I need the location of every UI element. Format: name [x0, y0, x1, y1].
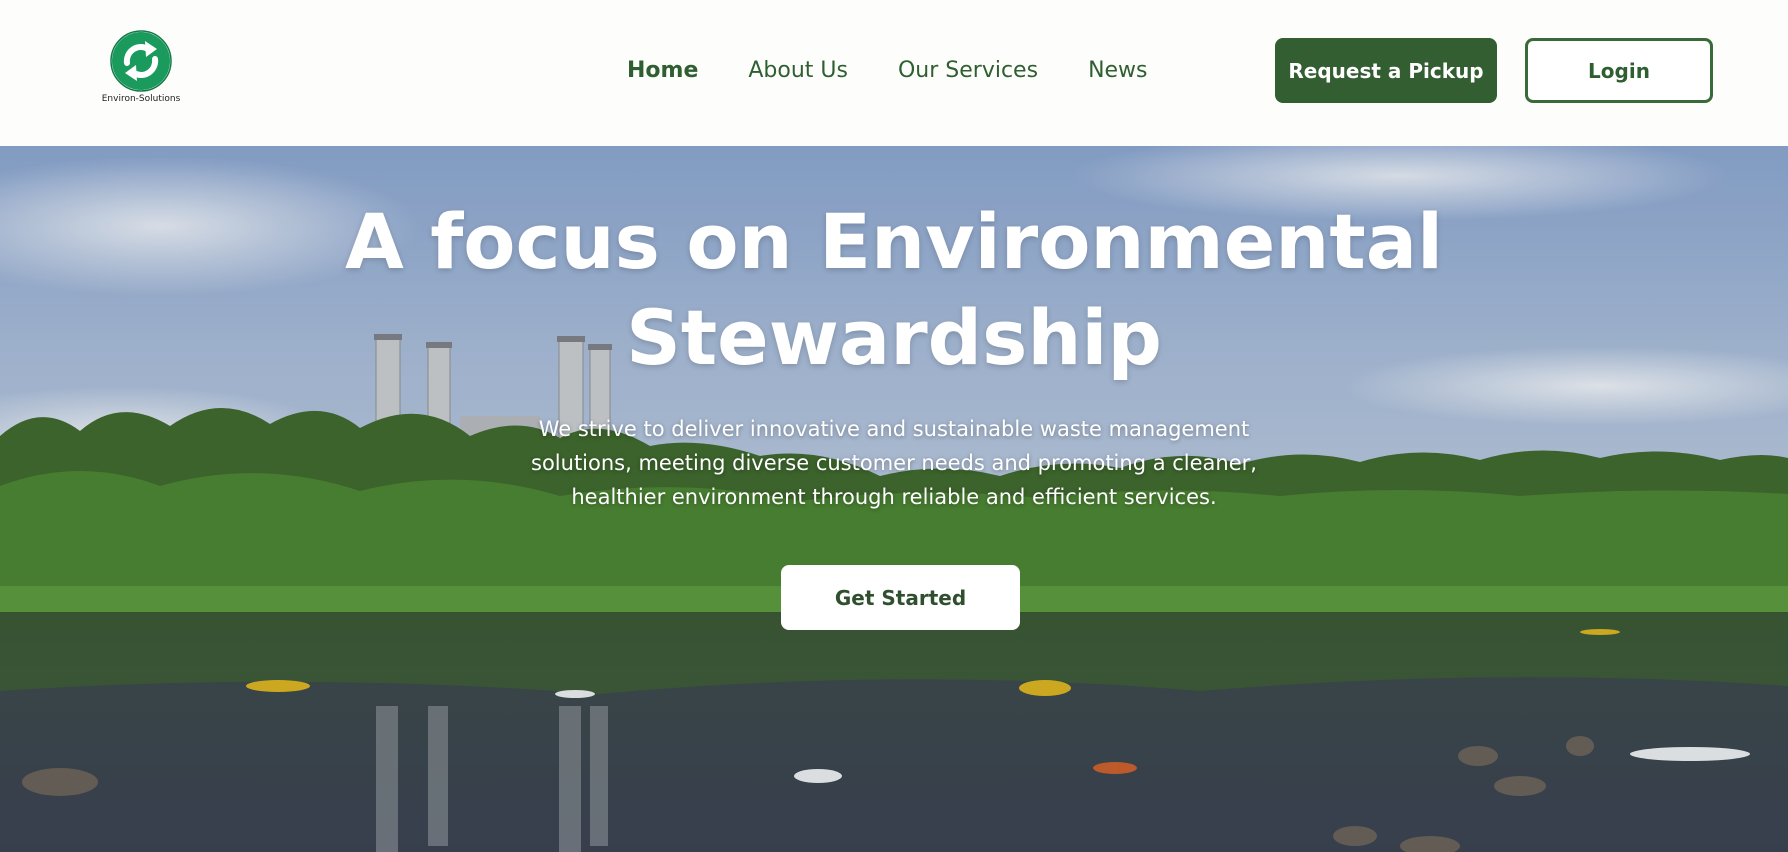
- nav-item-our-services[interactable]: Our Services: [898, 58, 1038, 83]
- nav-item-about-us[interactable]: About Us: [748, 58, 848, 83]
- brand-name: Environ-Solutions: [101, 94, 181, 104]
- get-started-button[interactable]: Get Started: [781, 565, 1020, 630]
- nav-item-news[interactable]: News: [1088, 58, 1147, 83]
- site-header: Environ-Solutions Home About Us Our Serv…: [0, 0, 1788, 146]
- recycle-arrows-icon: [110, 30, 172, 92]
- hero-subtitle: We strive to deliver innovative and sust…: [531, 417, 1257, 509]
- main-nav: Home About Us Our Services News: [627, 52, 1148, 88]
- login-button[interactable]: Login: [1525, 38, 1713, 103]
- request-pickup-button[interactable]: Request a Pickup: [1275, 38, 1497, 103]
- hero-section: A focus on Environmental Stewardship We …: [0, 146, 1788, 852]
- brand-logo[interactable]: Environ-Solutions: [100, 30, 182, 108]
- nav-item-home[interactable]: Home: [627, 58, 698, 83]
- hero-title: A focus on Environmental Stewardship: [344, 197, 1444, 382]
